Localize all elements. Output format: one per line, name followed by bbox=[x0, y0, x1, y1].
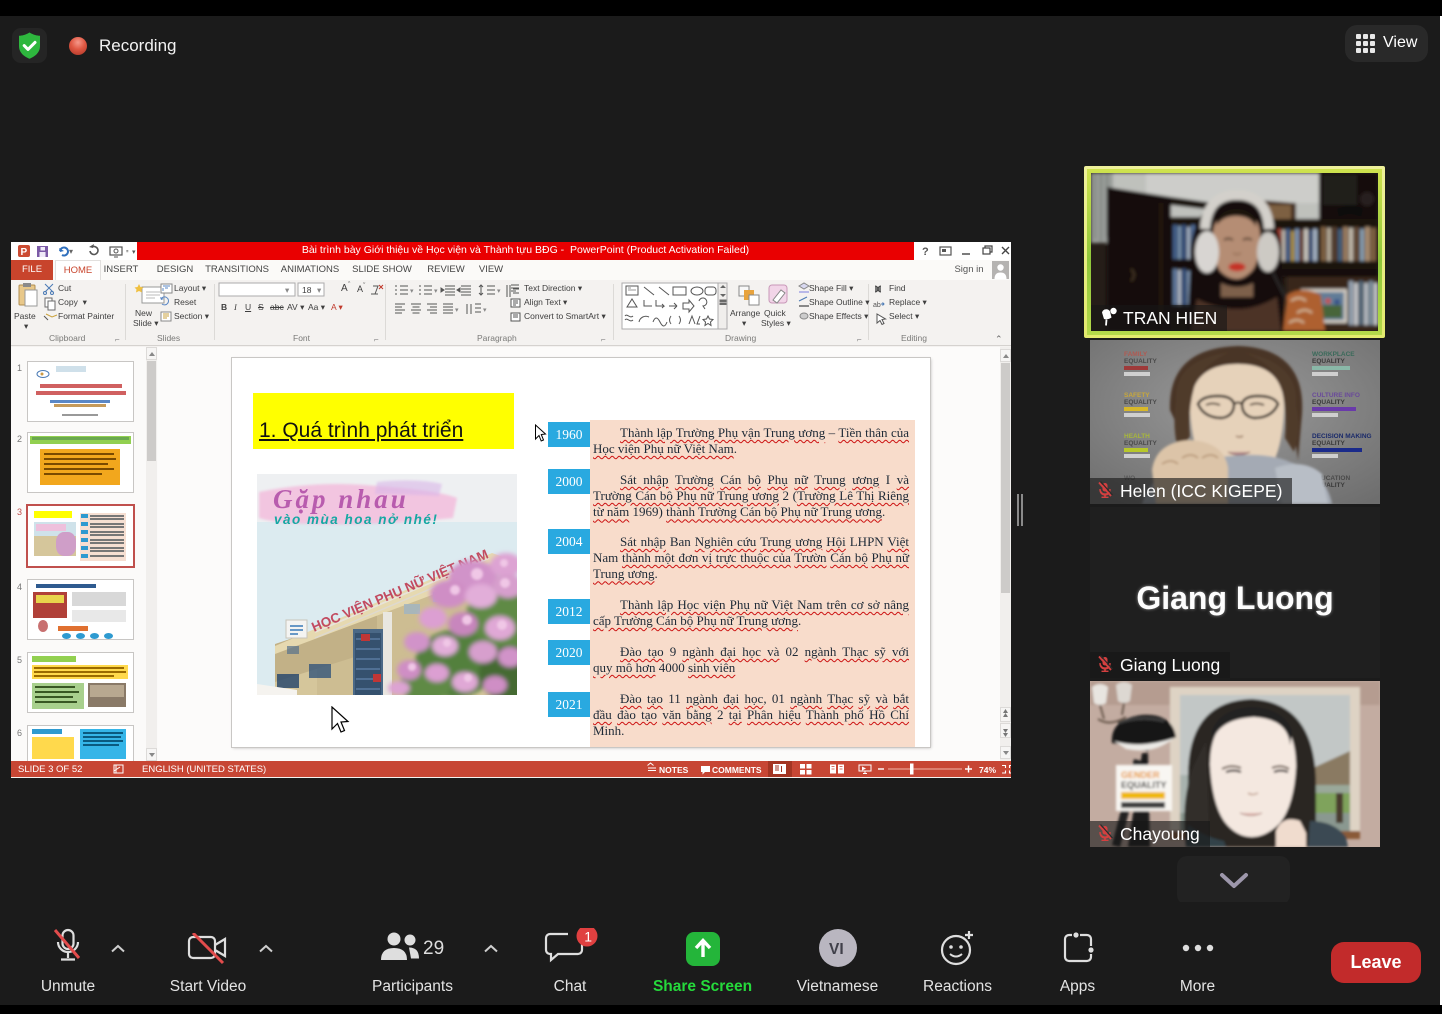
svg-text:CULTURE INFO: CULTURE INFO bbox=[1312, 392, 1360, 399]
svg-text:VI: VI bbox=[829, 941, 844, 958]
svg-text:⌐: ⌐ bbox=[374, 335, 379, 344]
svg-text:EQUALITY: EQUALITY bbox=[1121, 780, 1167, 790]
svg-text:SAFETY: SAFETY bbox=[1124, 392, 1150, 399]
svg-text:P: P bbox=[21, 247, 28, 258]
svg-text:WORKPLACE: WORKPLACE bbox=[1312, 351, 1355, 358]
svg-text:29: 29 bbox=[423, 938, 444, 959]
svg-text:⌃: ⌃ bbox=[995, 334, 1003, 344]
svg-text:EQUALITY: EQUALITY bbox=[1312, 399, 1346, 406]
svg-text:▾: ▾ bbox=[410, 288, 414, 295]
svg-text:▾: ▾ bbox=[497, 288, 501, 295]
svg-text:GENDER: GENDER bbox=[1121, 770, 1160, 780]
svg-text:1: 1 bbox=[584, 929, 592, 945]
svg-text:⹀: ⹀ bbox=[126, 247, 129, 256]
svg-text:▾: ▾ bbox=[483, 307, 487, 314]
svg-text:▾: ▾ bbox=[132, 249, 136, 256]
svg-text:EQUALITY: EQUALITY bbox=[1124, 399, 1158, 406]
svg-text:⌐: ⌐ bbox=[601, 335, 606, 344]
svg-text:EQUALITY: EQUALITY bbox=[1124, 358, 1158, 365]
svg-text:▾: ▾ bbox=[434, 288, 438, 295]
svg-text:HEALTH: HEALTH bbox=[1124, 433, 1150, 440]
svg-text:▾: ▾ bbox=[455, 307, 459, 314]
svg-text:?: ? bbox=[922, 246, 929, 258]
svg-text:EQUALITY: EQUALITY bbox=[1312, 358, 1346, 365]
svg-text:EQUALITY: EQUALITY bbox=[1312, 440, 1346, 447]
svg-text:vào mùa hoa nở nhé!: vào mùa hoa nở nhé! bbox=[274, 512, 438, 527]
svg-text:▾: ▾ bbox=[69, 247, 73, 256]
svg-text:ab: ab bbox=[873, 302, 881, 309]
svg-text:⌐: ⌐ bbox=[115, 335, 120, 344]
svg-text:⌐: ⌐ bbox=[857, 335, 862, 344]
svg-text:EQUALITY: EQUALITY bbox=[1124, 440, 1158, 447]
svg-text:FAMILY: FAMILY bbox=[1124, 351, 1148, 358]
svg-text:DECISION MAKING: DECISION MAKING bbox=[1312, 433, 1372, 440]
svg-text:Gặp nhau: Gặp nhau bbox=[273, 484, 409, 514]
